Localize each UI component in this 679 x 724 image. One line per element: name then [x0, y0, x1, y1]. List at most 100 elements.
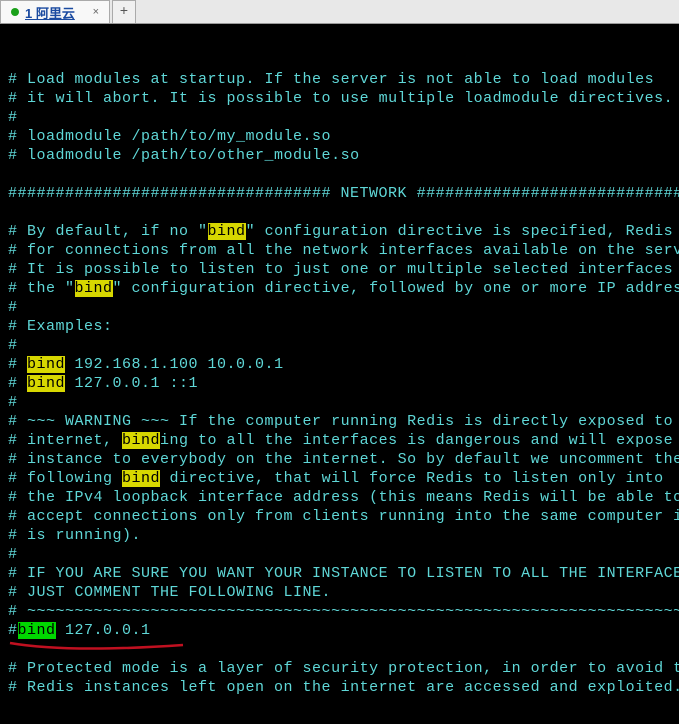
- terminal-line: # By default, if no "bind" configuration…: [8, 222, 671, 241]
- highlight: bind: [27, 356, 65, 373]
- terminal-line: # IF YOU ARE SURE YOU WANT YOUR INSTANCE…: [8, 564, 671, 583]
- terminal-line: # the IPv4 loopback interface address (t…: [8, 488, 671, 507]
- highlight: bind: [122, 432, 160, 449]
- terminal-line: # instance to everybody on the internet.…: [8, 450, 671, 469]
- text-span: JUST COMMENT THE FOLLOWING LINE.: [27, 584, 331, 601]
- text-span: #: [8, 660, 27, 677]
- terminal-line: #: [8, 108, 671, 127]
- text-span: #: [8, 128, 27, 145]
- highlight: bind: [27, 375, 65, 392]
- add-tab-button[interactable]: +: [112, 0, 136, 23]
- terminal-line: #bind 127.0.0.1: [8, 621, 671, 640]
- text-span: for connections from all the network int…: [27, 242, 679, 259]
- terminal-line: # bind 192.168.1.100 10.0.0.1: [8, 355, 671, 374]
- text-span: By default, if no ": [27, 223, 208, 240]
- text-span: #: [8, 242, 27, 259]
- terminal-line: # it will abort. It is possible to use m…: [8, 89, 671, 108]
- highlight: bind: [18, 622, 56, 639]
- text-span: #: [8, 565, 27, 582]
- text-span: following: [27, 470, 122, 487]
- text-span: #: [8, 584, 27, 601]
- text-span: Redis instances left open on the interne…: [27, 679, 679, 696]
- text-span: Protected mode is a layer of security pr…: [27, 660, 679, 677]
- text-span: loadmodule /path/to/other_module.so: [27, 147, 360, 164]
- terminal-line: #: [8, 393, 671, 412]
- text-span: #: [8, 413, 27, 430]
- text-span: is running).: [27, 527, 141, 544]
- text-span: #: [8, 603, 27, 620]
- terminal-line: # for connections from all the network i…: [8, 241, 671, 260]
- terminal-line: [8, 640, 671, 659]
- close-icon[interactable]: ×: [93, 6, 99, 18]
- status-dot-icon: [11, 8, 19, 16]
- text-span: #: [8, 375, 27, 392]
- text-span: #: [8, 451, 27, 468]
- text-span: #: [8, 470, 27, 487]
- text-span: #: [8, 318, 27, 335]
- terminal-line: # It is possible to listen to just one o…: [8, 260, 671, 279]
- text-span: #: [8, 546, 18, 563]
- text-span: the ": [27, 280, 75, 297]
- tab-1[interactable]: 1 阿里云 ×: [0, 0, 110, 23]
- terminal-line: #: [8, 298, 671, 317]
- text-span: ~~~~~~~~~~~~~~~~~~~~~~~~~~~~~~~~~~~~~~~~…: [27, 603, 679, 620]
- text-span: the IPv4 loopback interface address (thi…: [27, 489, 679, 506]
- terminal-line: # Examples:: [8, 317, 671, 336]
- text-span: #: [8, 432, 27, 449]
- terminal-line: # ~~~ WARNING ~~~ If the computer runnin…: [8, 412, 671, 431]
- terminal-line: # Load modules at startup. If the server…: [8, 70, 671, 89]
- text-span: #: [8, 90, 27, 107]
- terminal-line: [8, 165, 671, 184]
- terminal-line: # JUST COMMENT THE FOLLOWING LINE.: [8, 583, 671, 602]
- text-span: #: [8, 280, 27, 297]
- text-span: 127.0.0.1: [56, 622, 151, 639]
- text-span: ing to all the interfaces is dangerous a…: [160, 432, 679, 449]
- text-span: directive, that will force Redis to list…: [160, 470, 664, 487]
- text-span: #: [8, 527, 27, 544]
- text-span: #: [8, 337, 18, 354]
- plus-icon: +: [120, 4, 128, 20]
- text-span: ################################## NETWO…: [8, 185, 679, 202]
- text-span: IF YOU ARE SURE YOU WANT YOUR INSTANCE T…: [27, 565, 679, 582]
- text-span: #: [8, 508, 27, 525]
- tab-bar: 1 阿里云 × +: [0, 0, 679, 24]
- text-span: instance to everybody on the internet. S…: [27, 451, 679, 468]
- terminal-line: # the "bind" configuration directive, fo…: [8, 279, 671, 298]
- terminal-line: # bind 127.0.0.1 ::1: [8, 374, 671, 393]
- text-span: #: [8, 109, 18, 126]
- text-span: #: [8, 261, 27, 278]
- text-span: " configuration directive, followed by o…: [113, 280, 679, 297]
- terminal-line: # Redis instances left open on the inter…: [8, 678, 671, 697]
- terminal-line: # loadmodule /path/to/my_module.so: [8, 127, 671, 146]
- highlight: bind: [208, 223, 246, 240]
- text-span: It is possible to listen to just one or …: [27, 261, 679, 278]
- terminal-line: # following bind directive, that will fo…: [8, 469, 671, 488]
- terminal-line: # accept connections only from clients r…: [8, 507, 671, 526]
- text-span: " configuration directive is specified, …: [246, 223, 679, 240]
- terminal-line: #: [8, 545, 671, 564]
- text-span: #: [8, 622, 18, 639]
- terminal-line: # loadmodule /path/to/other_module.so: [8, 146, 671, 165]
- text-span: internet,: [27, 432, 122, 449]
- text-span: ~~~ WARNING ~~~ If the computer running …: [27, 413, 679, 430]
- text-span: #: [8, 299, 18, 316]
- text-span: #: [8, 356, 27, 373]
- text-span: #: [8, 489, 27, 506]
- tab-label: 1 阿里云: [25, 3, 75, 22]
- text-span: 192.168.1.100 10.0.0.1: [65, 356, 284, 373]
- terminal-line: # is running).: [8, 526, 671, 545]
- text-span: #: [8, 394, 18, 411]
- text-span: accept connections only from clients run…: [27, 508, 679, 525]
- text-span: it will abort. It is possible to use mul…: [27, 90, 673, 107]
- text-span: Examples:: [27, 318, 113, 335]
- terminal-line: # ~~~~~~~~~~~~~~~~~~~~~~~~~~~~~~~~~~~~~~…: [8, 602, 671, 621]
- terminal-line: # Protected mode is a layer of security …: [8, 659, 671, 678]
- highlight: bind: [122, 470, 160, 487]
- text-span: #: [8, 223, 27, 240]
- terminal-line: # internet, binding to all the interface…: [8, 431, 671, 450]
- terminal-line: #: [8, 336, 671, 355]
- terminal-line: [8, 203, 671, 222]
- text-span: #: [8, 71, 27, 88]
- text-span: loadmodule /path/to/my_module.so: [27, 128, 331, 145]
- terminal-output[interactable]: # Load modules at startup. If the server…: [0, 24, 679, 724]
